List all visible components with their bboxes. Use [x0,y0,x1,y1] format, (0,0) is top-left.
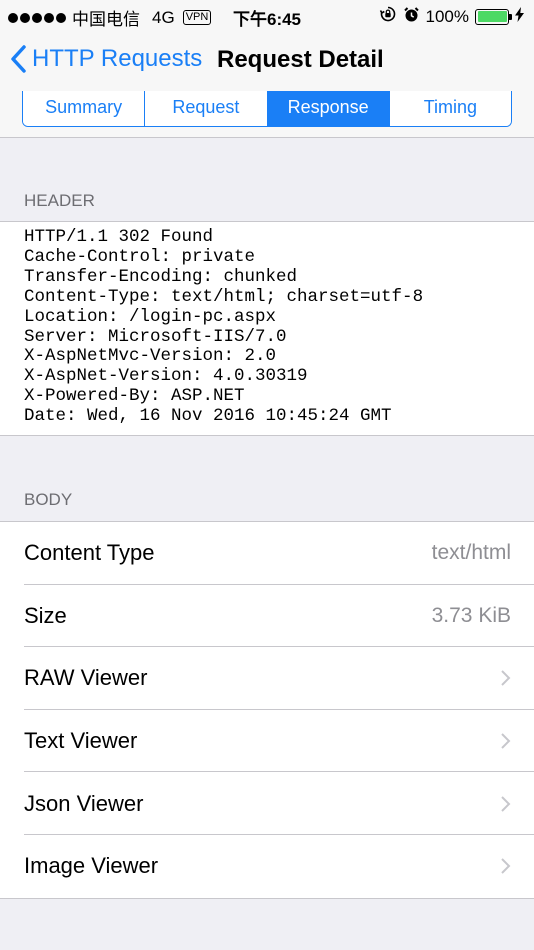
json-viewer-row[interactable]: Json Viewer [0,772,534,835]
row-value: text/html [431,541,511,565]
row-label: Content Type [24,540,155,566]
back-button[interactable]: HTTP Requests [10,45,202,73]
body-table: Content Type text/html Size 3.73 KiB RAW… [0,521,534,899]
header-line: Cache-Control: private [24,246,256,267]
status-bar: 中国电信 4G VPN 下午6:45 100% [0,0,534,30]
header-line: HTTP/1.1 302 Found [24,227,214,247]
header-line: Content-Type: text/html; charset=utf-8 [24,286,424,307]
alarm-icon [403,6,420,28]
header-section-title: HEADER [24,191,95,210]
header-line: X-AspNet-Version: 4.0.30319 [24,366,308,387]
chevron-left-icon [10,45,26,73]
status-right: 100% [379,5,524,28]
chevron-right-icon [500,857,511,875]
chevron-right-icon [500,795,511,813]
size-row: Size 3.73 KiB [0,585,534,648]
raw-viewer-row[interactable]: RAW Viewer [0,647,534,710]
header-line: Transfer-Encoding: chunked [24,266,298,287]
navigation-bar: HTTP Requests Request Detail [0,30,534,92]
row-label: Image Viewer [24,853,159,879]
battery-icon [475,8,512,25]
chevron-right-icon [500,732,511,750]
text-viewer-row[interactable]: Text Viewer [0,710,534,773]
row-label: Json Viewer [24,790,144,816]
tab-bar: Summary Request Response Timing [22,91,512,127]
row-label: RAW Viewer [24,665,148,691]
header-line: Location: /login-pc.aspx [24,306,277,327]
header-content: HTTP/1.1 302 Found Cache-Control: privat… [0,221,534,436]
tab-request[interactable]: Request [145,91,268,126]
page-title: Request Detail [217,46,384,73]
row-value: 3.73 KiB [431,603,511,627]
header-line: X-AspNetMvc-Version: 2.0 [24,346,277,367]
header-line: Date: Wed, 16 Nov 2016 10:45:24 GMT [24,406,392,427]
image-viewer-row[interactable]: Image Viewer [0,835,534,898]
battery-percent: 100% [425,6,469,26]
tab-summary[interactable]: Summary [23,91,146,126]
row-label: Size [24,602,67,628]
content-type-row: Content Type text/html [0,522,534,585]
back-button-label: HTTP Requests [32,45,203,72]
tab-response[interactable]: Response [267,91,390,126]
header-line: Server: Microsoft-IIS/7.0 [24,326,287,347]
rotation-lock-icon [379,5,397,28]
tab-timing[interactable]: Timing [389,91,511,126]
segment-area: Summary Request Response Timing [0,91,534,138]
row-label: Text Viewer [24,728,138,754]
body-section-title: BODY [24,490,73,509]
header-line: X-Powered-By: ASP.NET [24,386,245,407]
chevron-right-icon [500,669,511,687]
charging-icon [515,6,524,27]
